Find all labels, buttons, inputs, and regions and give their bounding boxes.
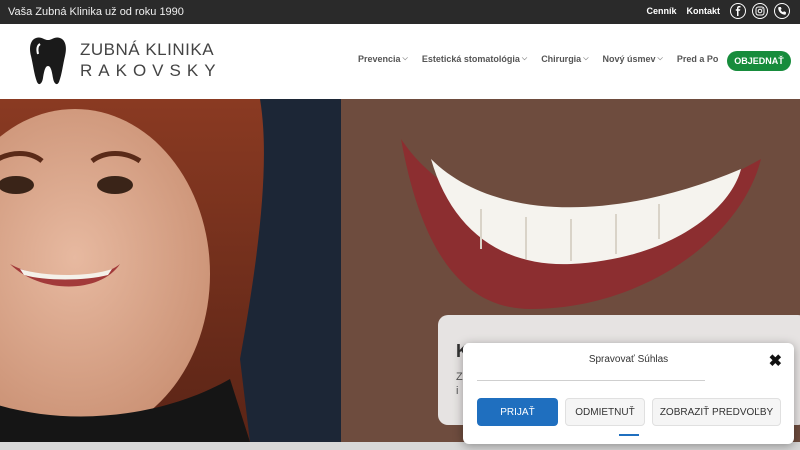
hero-portrait-image <box>0 99 341 442</box>
nav-item-new-smile[interactable]: Nový úsmev ⌵ <box>603 54 663 64</box>
logo-line-2: RAKOVSKY <box>80 60 222 80</box>
deny-button[interactable]: ODMIETNUŤ <box>565 398 645 426</box>
nav-label: Prevencia <box>358 54 401 64</box>
instagram-icon[interactable] <box>752 3 768 19</box>
phone-icon[interactable] <box>774 3 790 19</box>
top-bar: Vaša Zubná Klinika už od roku 1990 Cenní… <box>0 0 800 24</box>
site-header: ZUBNÁ KLINIKA RAKOVSKY Prevencia ⌵ Esteti… <box>0 24 800 99</box>
cookie-consent-dialog: Spravovať Súhlas ✖ PRIJAŤ ODMIETNUŤ ZOBR… <box>463 343 794 444</box>
tagline: Vaša Zubná Klinika už od roku 1990 <box>8 6 184 18</box>
close-icon[interactable]: ✖ <box>769 351 782 371</box>
nav-label: Chirurgia <box>541 54 582 64</box>
nav-label: Estetická stomatológia <box>421 54 520 64</box>
chevron-down-icon: ⌵ <box>521 55 528 62</box>
order-button[interactable]: OBJEDNAŤ <box>727 51 791 71</box>
top-link-pricing[interactable]: Cenník <box>646 6 676 16</box>
tooth-logo-icon <box>30 37 66 85</box>
slide-text-2: i <box>456 385 459 397</box>
nav-item-prevention[interactable]: Prevencia ⌵ <box>358 54 408 64</box>
chevron-down-icon: ⌵ <box>583 55 589 62</box>
clinic-logo[interactable]: ZUBNÁ KLINIKA RAKOVSKY <box>28 34 222 86</box>
facebook-icon[interactable] <box>730 3 746 19</box>
portrait-illustration <box>0 99 341 442</box>
nav-item-surgery[interactable]: Chirurgia ⌵ <box>541 54 588 64</box>
nav-item-aesthetic[interactable]: Estetická stomatológia ⌵ <box>422 54 527 64</box>
slide-text: Z <box>456 371 463 383</box>
preferences-button[interactable]: ZOBRAZIŤ PREDVOĽBY <box>652 398 781 426</box>
divider <box>477 380 705 381</box>
chevron-down-icon: ⌵ <box>657 55 663 62</box>
accept-button[interactable]: PRIJAŤ <box>477 398 558 426</box>
nav-label: Nový úsmev <box>602 54 656 64</box>
cookie-dialog-title: Spravovať Súhlas <box>588 354 669 365</box>
focus-indicator <box>619 434 639 436</box>
nav-label: Pred a Po <box>676 54 719 64</box>
main-nav: Prevencia ⌵ Estetická stomatológia ⌵ Chiru… <box>358 54 718 64</box>
chevron-down-icon: ⌵ <box>402 55 408 62</box>
logo-line-1: ZUBNÁ KLINIKA <box>80 39 215 59</box>
top-links: Cenník Kontakt <box>646 3 790 19</box>
nav-item-before-after[interactable]: Pred a Po <box>677 54 719 64</box>
top-link-contact[interactable]: Kontakt <box>687 6 721 16</box>
